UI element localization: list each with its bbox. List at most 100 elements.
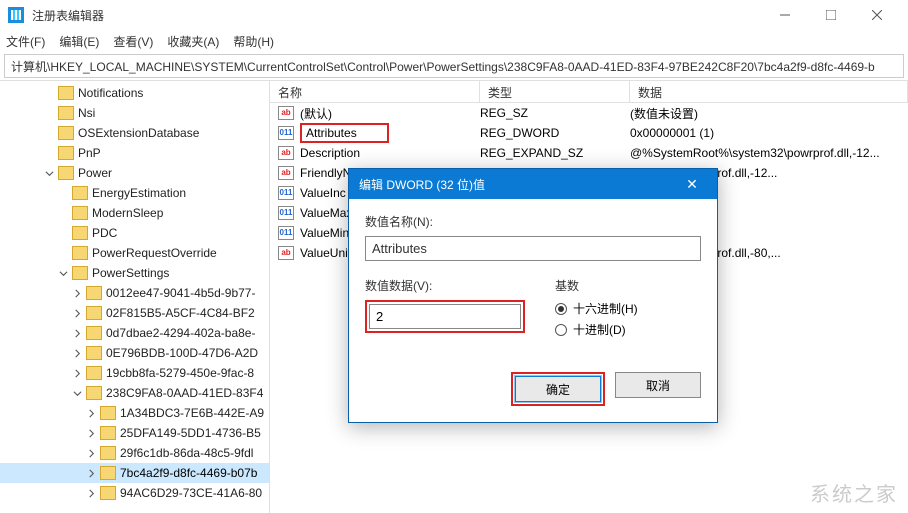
tree-label: 0012ee47-9041-4b5d-9b77- xyxy=(106,286,255,300)
value-icon: 011 xyxy=(278,126,294,140)
tree-label: EnergyEstimation xyxy=(92,186,186,200)
tree-item[interactable]: 25DFA149-5DD1-4736-B5 xyxy=(0,423,269,443)
menu-help[interactable]: 帮助(H) xyxy=(233,33,274,50)
tree-item[interactable]: 0d7dbae2-4294-402a-ba8e- xyxy=(0,323,269,343)
expand-icon[interactable] xyxy=(70,369,84,378)
value-name-label: 数值名称(N): xyxy=(365,213,701,230)
menu-view[interactable]: 查看(V) xyxy=(113,33,153,50)
tree-label: 29f6c1db-86da-48c5-9fdl xyxy=(120,446,253,460)
tree-item[interactable]: PowerRequestOverride xyxy=(0,243,269,263)
folder-icon xyxy=(86,346,102,360)
tree-item[interactable]: 19cbb8fa-5279-450e-9fac-8 xyxy=(0,363,269,383)
radio-dec-icon xyxy=(555,324,567,336)
value-data-label: 数值数据(V): xyxy=(365,277,525,294)
folder-icon xyxy=(86,366,102,380)
menu-file[interactable]: 文件(F) xyxy=(6,33,45,50)
tree-label: PowerSettings xyxy=(92,266,169,280)
tree-label: 0E796BDB-100D-47D6-A2D xyxy=(106,346,258,360)
expand-icon[interactable] xyxy=(84,469,98,478)
dialog-close-icon[interactable]: ✕ xyxy=(677,176,707,193)
folder-icon xyxy=(86,326,102,340)
tree-label: ModernSleep xyxy=(92,206,163,220)
expand-icon[interactable] xyxy=(70,349,84,358)
menu-favorites[interactable]: 收藏夹(A) xyxy=(167,33,219,50)
tree-item[interactable]: PDC xyxy=(0,223,269,243)
col-type[interactable]: 类型 xyxy=(480,81,630,102)
expand-icon[interactable] xyxy=(84,449,98,458)
col-data[interactable]: 数据 xyxy=(630,81,908,102)
tree-item[interactable]: 1A34BDC3-7E6B-442E-A9 xyxy=(0,403,269,423)
tree-label: Nsi xyxy=(78,106,95,120)
folder-icon xyxy=(100,466,116,480)
edit-dword-dialog: 编辑 DWORD (32 位)值 ✕ 数值名称(N): 数值数据(V): 基数 … xyxy=(348,168,718,423)
list-row[interactable]: abDescriptionREG_EXPAND_SZ@%SystemRoot%\… xyxy=(270,143,908,163)
close-button[interactable] xyxy=(854,0,900,30)
value-icon: ab xyxy=(278,146,294,160)
expand-icon[interactable] xyxy=(84,429,98,438)
expand-icon[interactable] xyxy=(84,489,98,498)
regedit-icon xyxy=(8,7,24,23)
base-label: 基数 xyxy=(555,277,701,294)
folder-icon xyxy=(86,286,102,300)
tree-item[interactable]: 94AC6D29-73CE-41A6-80 xyxy=(0,483,269,503)
radio-hex[interactable]: 十六进制(H) xyxy=(555,300,701,317)
col-name[interactable]: 名称 xyxy=(270,81,480,102)
value-icon: 011 xyxy=(278,226,294,240)
folder-icon xyxy=(72,266,88,280)
expand-icon[interactable] xyxy=(70,329,84,338)
folder-icon xyxy=(58,106,74,120)
value-data-input[interactable] xyxy=(369,304,521,329)
ok-highlight: 确定 xyxy=(511,372,605,406)
tree-item[interactable]: OSExtensionDatabase xyxy=(0,123,269,143)
menubar: 文件(F) 编辑(E) 查看(V) 收藏夹(A) 帮助(H) xyxy=(0,30,908,52)
value-icon: ab xyxy=(278,106,294,120)
tree-item[interactable]: EnergyEstimation xyxy=(0,183,269,203)
tree-label: 25DFA149-5DD1-4736-B5 xyxy=(120,426,261,440)
expand-icon[interactable] xyxy=(84,409,98,418)
tree-item[interactable]: Nsi xyxy=(0,103,269,123)
tree-label: PDC xyxy=(92,226,117,240)
list-row[interactable]: ab(默认)REG_SZ(数值未设置) xyxy=(270,103,908,123)
tree-item[interactable]: 0012ee47-9041-4b5d-9b77- xyxy=(0,283,269,303)
tree-label: 1A34BDC3-7E6B-442E-A9 xyxy=(120,406,264,420)
expand-icon[interactable] xyxy=(70,389,84,398)
expand-icon[interactable] xyxy=(70,289,84,298)
tree-item[interactable]: 29f6c1db-86da-48c5-9fdl xyxy=(0,443,269,463)
tree-panel[interactable]: Notifications Nsi OSExtensionDatabase PnP Po… xyxy=(0,81,270,513)
tree-item[interactable]: Power xyxy=(0,163,269,183)
address-text: 计算机\HKEY_LOCAL_MACHINE\SYSTEM\CurrentCon… xyxy=(11,58,875,75)
folder-icon xyxy=(58,166,74,180)
expand-icon[interactable] xyxy=(70,309,84,318)
tree-label: PnP xyxy=(78,146,101,160)
maximize-button[interactable] xyxy=(808,0,854,30)
address-bar[interactable]: 计算机\HKEY_LOCAL_MACHINE\SYSTEM\CurrentCon… xyxy=(4,54,904,78)
expand-icon[interactable] xyxy=(56,269,70,278)
tree-item[interactable]: 7bc4a2f9-d8fc-4469-b07b xyxy=(0,463,269,483)
tree-label: 0d7dbae2-4294-402a-ba8e- xyxy=(106,326,255,340)
folder-icon xyxy=(86,306,102,320)
tree-item[interactable]: PnP xyxy=(0,143,269,163)
expand-icon[interactable] xyxy=(42,169,56,178)
dialog-titlebar[interactable]: 编辑 DWORD (32 位)值 ✕ xyxy=(349,169,717,199)
tree-item[interactable]: 238C9FA8-0AAD-41ED-83F4 xyxy=(0,383,269,403)
ok-button[interactable]: 确定 xyxy=(515,376,601,402)
list-row[interactable]: 011AttributesREG_DWORD0x00000001 (1) xyxy=(270,123,908,143)
cancel-button[interactable]: 取消 xyxy=(615,372,701,398)
radio-dec[interactable]: 十进制(D) xyxy=(555,321,701,338)
folder-icon xyxy=(72,226,88,240)
tree-item[interactable]: 0E796BDB-100D-47D6-A2D xyxy=(0,343,269,363)
tree-label: OSExtensionDatabase xyxy=(78,126,199,140)
tree-item[interactable]: PowerSettings xyxy=(0,263,269,283)
tree-label: Power xyxy=(78,166,112,180)
folder-icon xyxy=(58,146,74,160)
tree-item[interactable]: ModernSleep xyxy=(0,203,269,223)
value-icon: 011 xyxy=(278,186,294,200)
titlebar: 注册表编辑器 xyxy=(0,0,908,30)
value-name-input[interactable] xyxy=(365,236,701,261)
tree-item[interactable]: 02F815B5-A5CF-4C84-BF2 xyxy=(0,303,269,323)
folder-icon xyxy=(72,186,88,200)
folder-icon xyxy=(58,86,74,100)
tree-item[interactable]: Notifications xyxy=(0,83,269,103)
menu-edit[interactable]: 编辑(E) xyxy=(59,33,99,50)
minimize-button[interactable] xyxy=(762,0,808,30)
